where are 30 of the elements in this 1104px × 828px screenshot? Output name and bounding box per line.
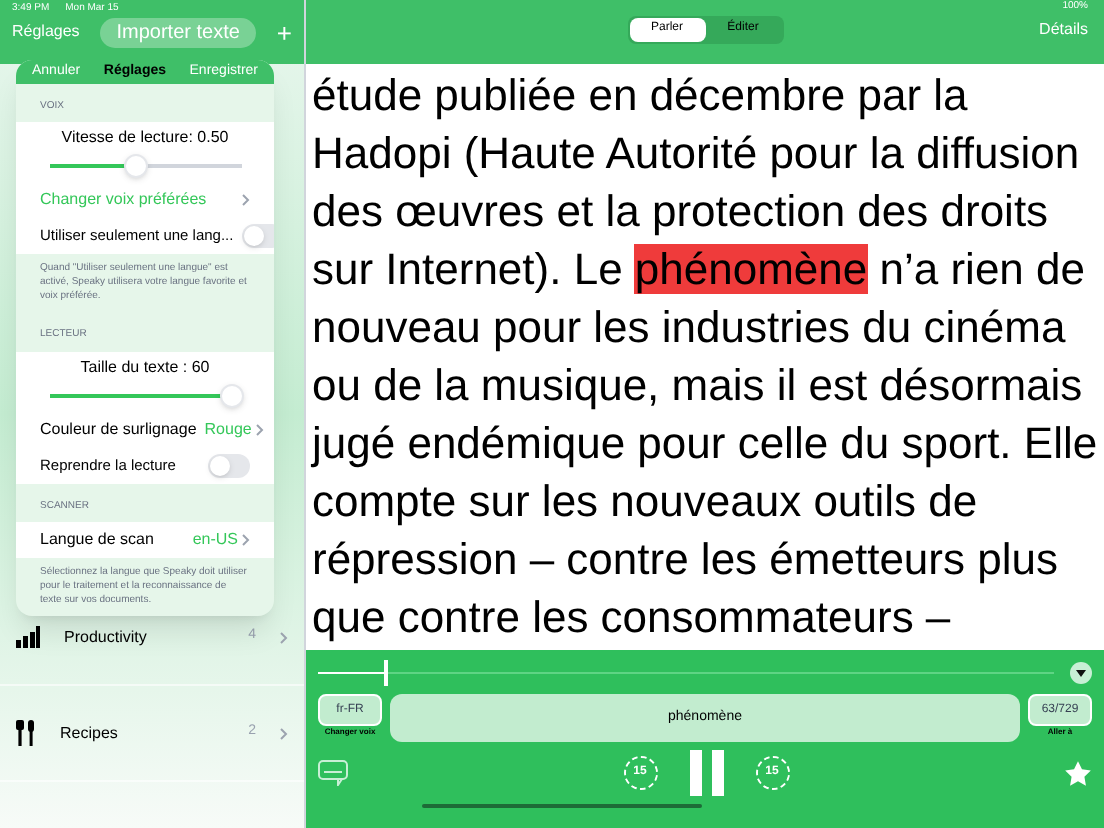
back-link[interactable]: Réglages	[12, 20, 80, 44]
chevron-icon	[280, 631, 288, 643]
item-label: Productivity	[64, 625, 149, 649]
collapse-icon[interactable]	[1070, 661, 1092, 683]
setting-label: Langue de scan	[40, 528, 154, 552]
slider-thumb[interactable]	[123, 154, 148, 178]
setting-label: Couleur de surlignage	[40, 417, 197, 441]
chevron-icon	[280, 727, 288, 739]
toggle-switch[interactable]	[208, 453, 250, 477]
subtitles-icon[interactable]	[318, 760, 348, 786]
pause-icon[interactable]	[689, 750, 723, 796]
toggle-switch[interactable]	[241, 224, 274, 248]
slider-label: Taille du texte : 60	[80, 355, 210, 379]
star-icon[interactable]	[1064, 759, 1092, 787]
item-label: Recipes	[60, 721, 120, 745]
chevron-icon	[255, 423, 264, 435]
add-button[interactable]: +	[276, 19, 292, 45]
progress-handle[interactable]	[384, 659, 389, 685]
cutlery-icon	[16, 720, 36, 746]
setting-value[interactable]: Rouge	[204, 417, 252, 441]
import-text-button[interactable]: Importer texte	[100, 17, 256, 47]
reading-text: étude publiée en décembre par la Hadopi (Haute Autorité pour la diffusion des œuvres et la protection des droits sur Internet). Le phénomène n’a rien de nouveau pour les industries du cinéma ou de la musique, mais il est désormais jugé endémique pour celle du sport. Elle compte sur les nouveaux outils de répression – contre les émetteurs plus que contre les consommateurs –	[312, 68, 1098, 646]
chevron-icon	[242, 534, 250, 546]
details-link[interactable]: Détails	[1008, 17, 1088, 41]
slider-label: Vitesse de lecture: 0.50	[61, 126, 229, 150]
chevron-icon	[242, 194, 250, 206]
bar-chart-icon	[16, 626, 40, 648]
setting-value[interactable]: en-US	[192, 528, 238, 552]
progress-track[interactable]	[318, 659, 1054, 685]
slider-thumb[interactable]	[219, 383, 244, 407]
